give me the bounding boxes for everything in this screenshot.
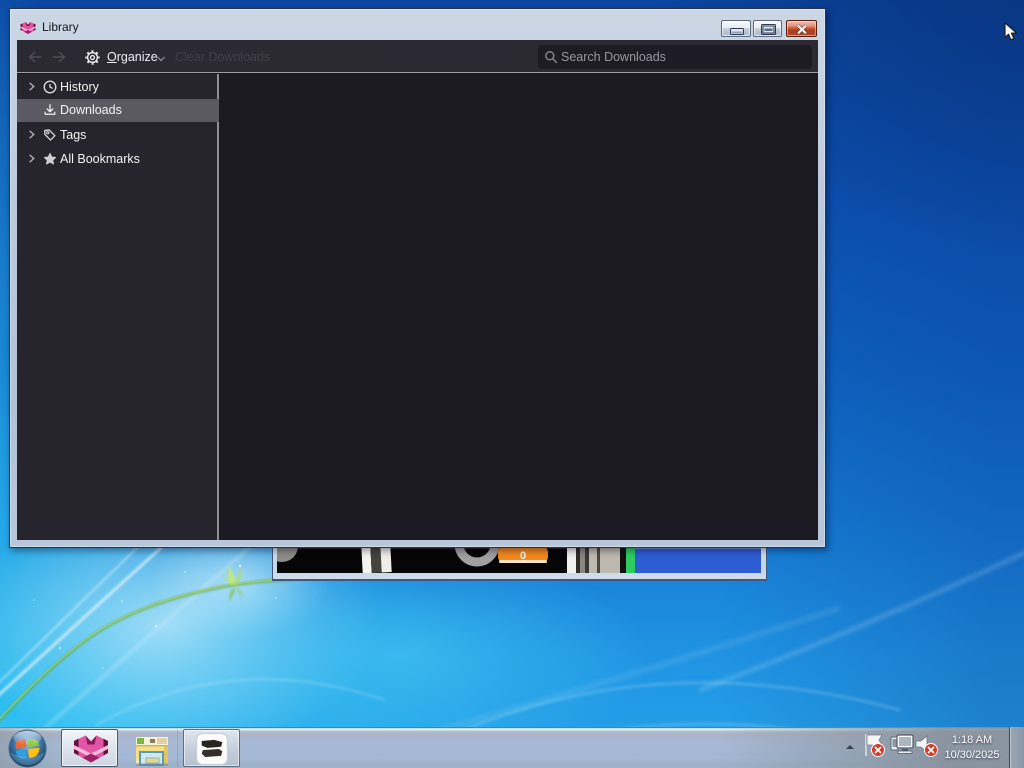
- svg-text:0: 0: [520, 550, 526, 562]
